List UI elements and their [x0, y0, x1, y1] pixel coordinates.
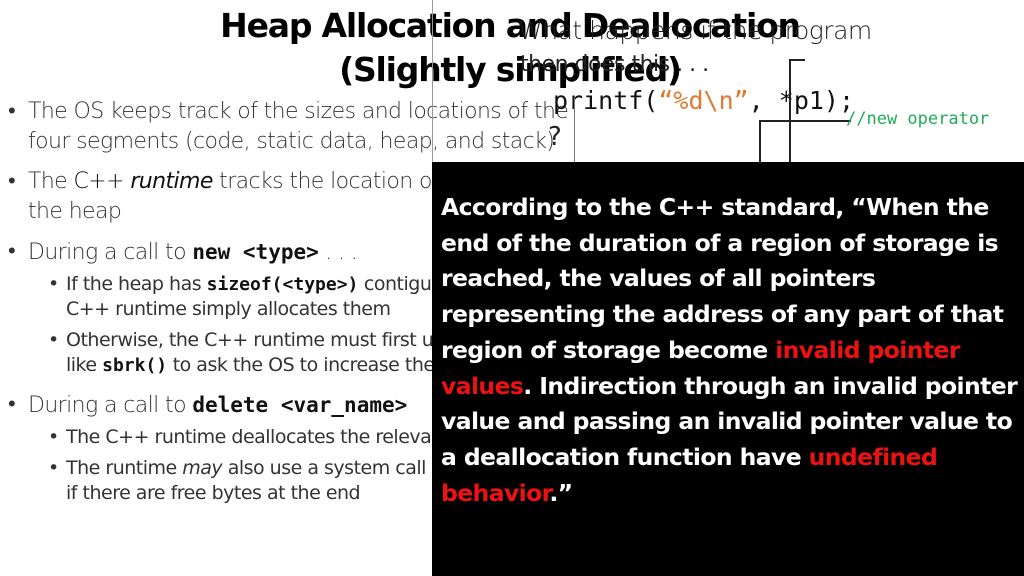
diagram-box: [759, 120, 851, 166]
bullet-text: If the heap has: [66, 273, 207, 295]
bullet-os-tracks: The OS keeps track of the sizes and loca…: [8, 97, 608, 157]
bullet-text: The: [28, 169, 74, 194]
code-delete: delete <var_name>: [192, 393, 408, 417]
code-text: printf(: [553, 86, 659, 115]
question-line2: then does this . . .: [520, 52, 709, 77]
bullet-text: During a call to: [28, 393, 193, 418]
code-sizeof: sizeof(<type>): [206, 274, 359, 295]
comment-line: //new operator: [846, 109, 990, 129]
runtime-term: runtime: [130, 169, 213, 194]
bullet-text: During a call to: [28, 240, 193, 265]
diagram-bracket: [789, 59, 805, 171]
standard-quote: According to the C++ standard, “When the…: [441, 190, 1021, 511]
diagram-line: [574, 98, 575, 162]
bullet-text: . . .: [318, 240, 358, 265]
code-new-type: new <type>: [192, 240, 319, 264]
cpp-term: C++: [73, 169, 131, 194]
standard-quote-overlay: According to the C++ standard, “When the…: [432, 162, 1024, 576]
may-term: may: [182, 457, 223, 479]
question-line1: What happens if the program: [518, 16, 872, 45]
quote-end: .”: [549, 478, 573, 507]
bullet-text: The runtime: [66, 457, 183, 479]
printf-code: printf(“%d\n”, *p1);: [553, 86, 854, 115]
code-string: “%d\n”: [658, 86, 749, 115]
bullet-text: The OS keeps track of the sizes and loca…: [28, 99, 569, 154]
code-sbrk: sbrk(): [102, 355, 168, 376]
question-mark: ?: [548, 122, 562, 152]
